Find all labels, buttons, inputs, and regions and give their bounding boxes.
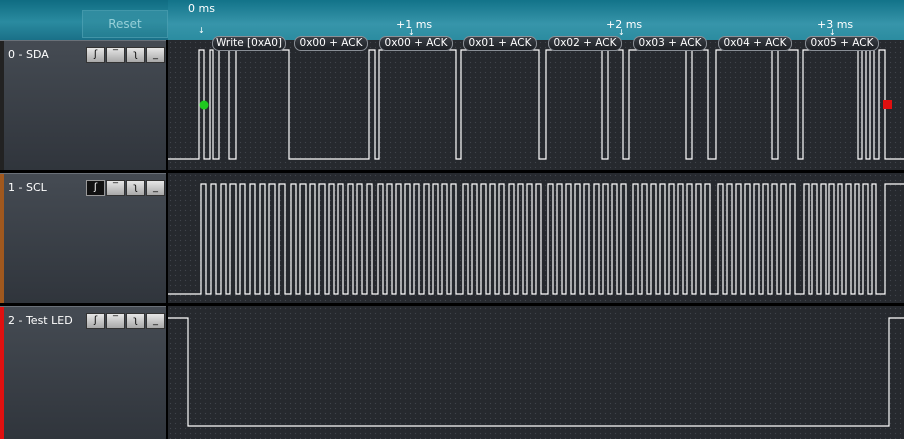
signal-traces (168, 49, 904, 427)
i2c-decode-label[interactable]: 0x00 + ACK (379, 36, 453, 51)
i2c-decode-label[interactable]: 0x01 + ACK (463, 36, 537, 51)
i2c-decode-label[interactable]: 0x02 + ACK (548, 36, 622, 51)
i2c-decode-label[interactable]: 0x05 + ACK (805, 36, 879, 51)
scl-trace (168, 183, 904, 295)
i2c-decode-label[interactable]: Write [0xA0] (212, 36, 286, 51)
i2c-decode-label[interactable]: 0x03 + ACK (633, 36, 707, 51)
i2c-decode-label[interactable]: 0x04 + ACK (718, 36, 792, 51)
i2c-stop-marker-icon (883, 100, 892, 109)
test-led-trace (168, 317, 904, 427)
i2c-start-marker-icon (199, 100, 209, 110)
sda-trace (168, 49, 904, 160)
i2c-decode-label[interactable]: 0x00 + ACK (294, 36, 368, 51)
